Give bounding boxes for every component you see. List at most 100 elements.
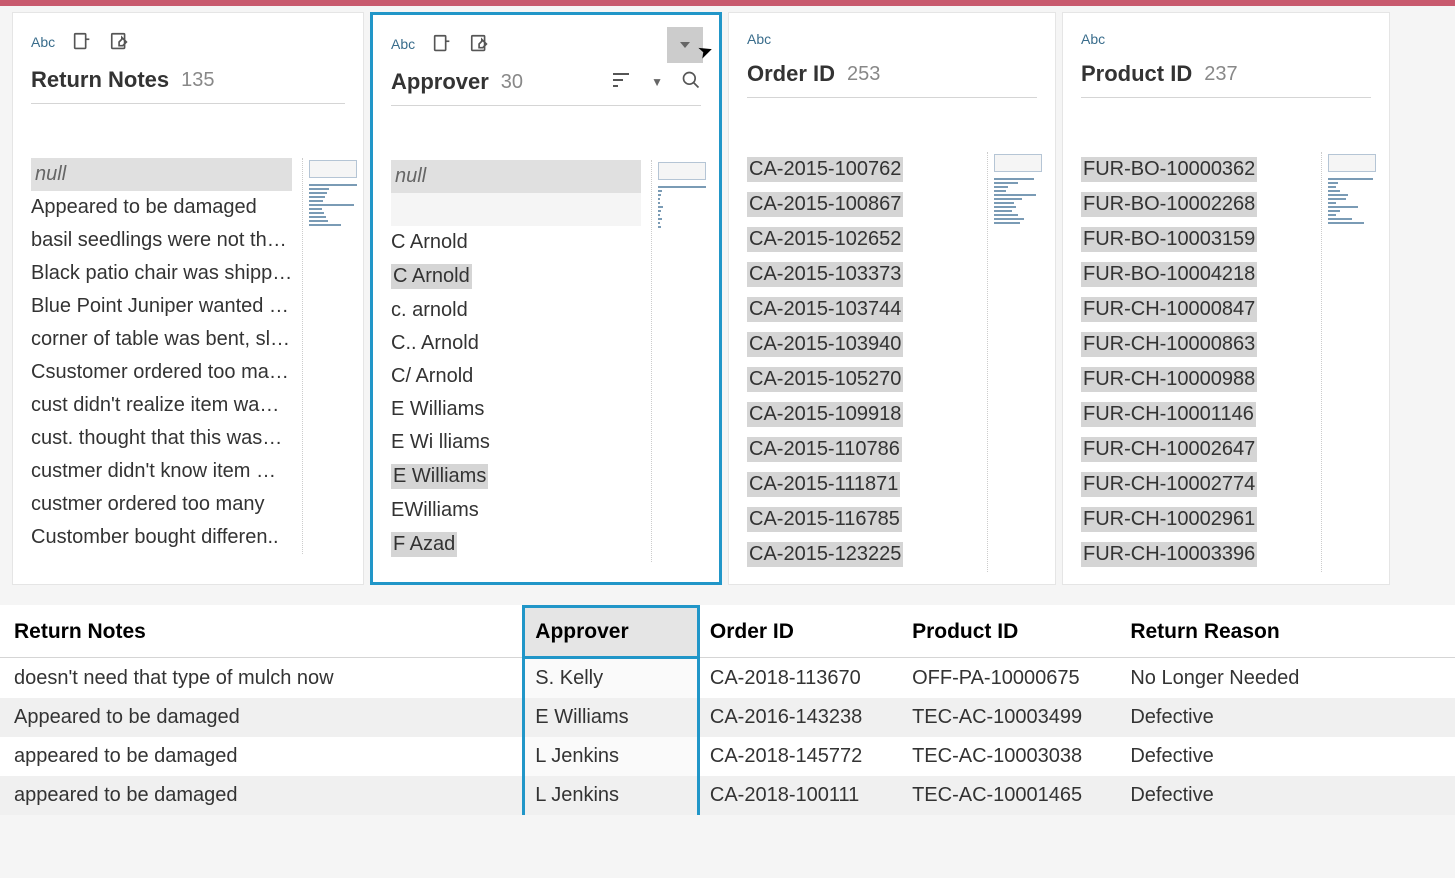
mini-bar: [658, 226, 661, 228]
list-item[interactable]: CA-2015-103744: [747, 292, 977, 327]
list-item[interactable]: CA-2015-102652: [747, 222, 977, 257]
list-item[interactable]: C/ Arnold: [391, 360, 641, 393]
mini-bar: [1328, 214, 1336, 216]
table-row[interactable]: appeared to be damaged L Jenkins CA-2018…: [0, 737, 1455, 776]
column-header-order-id[interactable]: Order ID: [698, 607, 902, 658]
card-body: CA-2015-100762 CA-2015-100867 CA-2015-10…: [747, 152, 1037, 572]
card-value-list: FUR-BO-10000362 FUR-BO-10002268 FUR-BO-1…: [1081, 152, 1311, 572]
list-item[interactable]: C Arnold: [391, 226, 641, 259]
list-item[interactable]: FUR-BO-10003159: [1081, 222, 1311, 257]
list-item[interactable]: CA-2015-111871: [747, 467, 977, 502]
card-title-row: Return Notes 135: [31, 67, 345, 104]
list-item[interactable]: FUR-BO-10004218: [1081, 257, 1311, 292]
item-text: FUR-BO-10003159: [1081, 227, 1257, 252]
mini-bar: [994, 218, 1024, 220]
cell: TEC-AC-10003038: [902, 737, 1120, 776]
list-item[interactable]: CA-2015-103373: [747, 257, 977, 292]
card-body: FUR-BO-10000362 FUR-BO-10002268 FUR-BO-1…: [1081, 152, 1371, 572]
mini-bar: [994, 190, 1006, 192]
list-item[interactable]: FUR-BO-10000362: [1081, 152, 1311, 187]
list-item[interactable]: Csustomer ordered too ma…: [31, 356, 292, 389]
card-controls: ▼: [613, 70, 701, 95]
list-item[interactable]: FUR-CH-10002774: [1081, 467, 1311, 502]
mini-bar: [658, 202, 660, 204]
mini-bar: [1328, 194, 1348, 196]
table-row[interactable]: doesn't need that type of mulch now S. K…: [0, 658, 1455, 699]
sort-icon[interactable]: [613, 72, 633, 93]
list-item[interactable]: cust. thought that this was…: [31, 422, 292, 455]
column-header-return-notes[interactable]: Return Notes: [0, 607, 524, 658]
list-item[interactable]: E Williams: [391, 459, 641, 494]
list-item[interactable]: C Arnold: [391, 259, 641, 294]
list-item[interactable]: FUR-CH-10003396: [1081, 537, 1311, 572]
list-item[interactable]: CA-2015-123225: [747, 537, 977, 572]
list-item[interactable]: Black patio chair was shipp…: [31, 257, 292, 290]
profile-card-order-id[interactable]: Abc Order ID 253 CA-2015-100762 CA-2015-…: [728, 12, 1056, 585]
cell: appeared to be damaged: [0, 737, 524, 776]
table-row[interactable]: appeared to be damaged L Jenkins CA-2018…: [0, 776, 1455, 815]
list-item[interactable]: CA-2015-105270: [747, 362, 977, 397]
list-item[interactable]: FUR-CH-10001146: [1081, 397, 1311, 432]
list-item[interactable]: corner of table was bent, sl…: [31, 323, 292, 356]
recommendation-icon[interactable]: [431, 33, 453, 55]
card-type-row: Abc: [747, 31, 1037, 47]
cell: Defective: [1120, 776, 1455, 815]
list-item[interactable]: F Azad: [391, 527, 641, 562]
list-item[interactable]: FUR-CH-10002647: [1081, 432, 1311, 467]
item-text: FUR-CH-10001146: [1081, 402, 1256, 427]
list-item[interactable]: C.. Arnold: [391, 327, 641, 360]
column-header-approver[interactable]: Approver: [524, 607, 699, 658]
list-item[interactable]: basil seedlings were not th…: [31, 224, 292, 257]
mini-bar: [658, 210, 661, 212]
mini-bar: [309, 184, 357, 186]
item-text: FUR-CH-10002961: [1081, 507, 1257, 532]
list-item[interactable]: E Williams: [391, 393, 641, 426]
list-item[interactable]: CA-2015-100762: [747, 152, 977, 187]
edit-icon[interactable]: [469, 33, 491, 55]
list-null-item[interactable]: null: [391, 160, 641, 193]
list-item[interactable]: custmer didn't know item …: [31, 455, 292, 488]
edit-icon[interactable]: [109, 31, 131, 53]
mini-distribution-chart: [651, 160, 701, 562]
list-item[interactable]: E Wi lliams: [391, 426, 641, 459]
list-item[interactable]: Appeared to be damaged: [31, 191, 292, 224]
card-title-row: Order ID 253: [747, 61, 1037, 98]
profile-card-approver[interactable]: ➤ Abc Approver 30 ▼: [370, 12, 722, 585]
mini-bar: [1328, 186, 1336, 188]
chevron-down-icon[interactable]: ▼: [651, 75, 663, 89]
list-item[interactable]: CA-2015-110786: [747, 432, 977, 467]
card-title: Return Notes: [31, 67, 169, 93]
list-item[interactable]: cust didn't realize item wa…: [31, 389, 292, 422]
list-item[interactable]: FUR-CH-10000847: [1081, 292, 1311, 327]
list-item[interactable]: CA-2015-103940: [747, 327, 977, 362]
list-item[interactable]: Blue Point Juniper wanted …: [31, 290, 292, 323]
list-item[interactable]: FUR-CH-10002961: [1081, 502, 1311, 537]
list-item[interactable]: FUR-CH-10000863: [1081, 327, 1311, 362]
profile-card-return-notes[interactable]: Abc Return Notes 135 null Appeared to be…: [12, 12, 364, 585]
list-item[interactable]: EWilliams: [391, 494, 641, 527]
list-item[interactable]: Customber bought differen..: [31, 521, 292, 554]
recommendation-icon[interactable]: [71, 31, 93, 53]
list-null-item[interactable]: null: [31, 158, 292, 191]
list-blank-item[interactable]: [391, 193, 641, 226]
mini-bar: [994, 210, 1012, 212]
card-title-row: Approver 30 ▼: [391, 69, 701, 106]
list-item[interactable]: FUR-BO-10002268: [1081, 187, 1311, 222]
list-item[interactable]: CA-2015-109918: [747, 397, 977, 432]
table-row[interactable]: Appeared to be damaged E Williams CA-201…: [0, 698, 1455, 737]
column-header-product-id[interactable]: Product ID: [902, 607, 1120, 658]
mini-bar: [658, 206, 663, 208]
list-item[interactable]: FUR-CH-10000988: [1081, 362, 1311, 397]
list-item[interactable]: CA-2015-116785: [747, 502, 977, 537]
mini-chart-frame: [309, 160, 357, 178]
cell: L Jenkins: [524, 737, 699, 776]
mini-bar: [994, 206, 1016, 208]
card-type-row: Abc: [391, 33, 701, 55]
column-header-return-reason[interactable]: Return Reason: [1120, 607, 1455, 658]
list-item[interactable]: custmer ordered too many: [31, 488, 292, 521]
list-item[interactable]: c. arnold: [391, 294, 641, 327]
mini-bar: [309, 188, 329, 190]
list-item[interactable]: CA-2015-100867: [747, 187, 977, 222]
search-icon[interactable]: [681, 70, 701, 95]
profile-card-product-id[interactable]: Abc Product ID 237 FUR-BO-10000362 FUR-B…: [1062, 12, 1390, 585]
